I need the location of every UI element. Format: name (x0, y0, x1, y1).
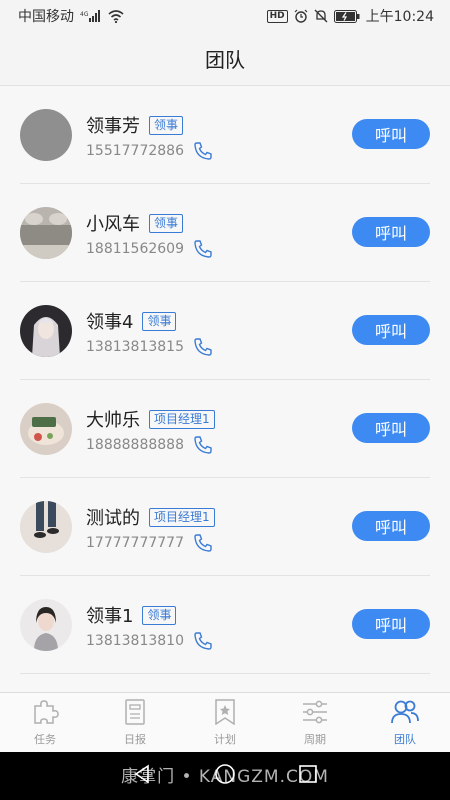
people-icon (391, 699, 419, 729)
list-item[interactable]: 领事芳 领事 15517772886 呼叫 (0, 86, 450, 184)
document-icon (121, 698, 149, 729)
tab-team[interactable]: 团队 (360, 693, 450, 752)
contact-name: 领事芳 (86, 116, 140, 137)
phone-number: 18888888888 (86, 437, 184, 453)
call-button[interactable]: 呼叫 (352, 413, 430, 443)
call-button[interactable]: 呼叫 (352, 217, 430, 247)
list-item[interactable]: 测试的 项目经理1 17777777777 呼叫 (0, 478, 450, 576)
call-button[interactable]: 呼叫 (352, 511, 430, 541)
title-bar: 团队 (0, 32, 450, 86)
role-badge: 领事 (142, 311, 177, 331)
phone-icon[interactable] (193, 337, 213, 357)
call-button[interactable]: 呼叫 (352, 315, 430, 345)
phone-number: 18811562609 (86, 241, 184, 257)
tab-label: 计划 (214, 732, 236, 746)
tab-daily-report[interactable]: 日报 (90, 693, 180, 752)
contact-name: 测试的 (86, 508, 140, 529)
signal-icon: 4G (80, 10, 102, 22)
role-badge: 项目经理1 (149, 507, 215, 527)
contact-name: 小风车 (86, 214, 140, 235)
battery-icon (333, 9, 360, 23)
bottom-tab-bar: 任务 日报 计划 周期 团队 (0, 692, 450, 752)
phone-number: 13813813810 (86, 633, 184, 649)
carrier-label: 中国移动 (18, 9, 74, 25)
svg-text:4G: 4G (80, 11, 89, 18)
role-badge: 领事 (149, 115, 184, 135)
team-list[interactable]: 领事芳 领事 15517772886 呼叫 小风车 领事 18811562609… (0, 86, 450, 692)
phone-number: 15517772886 (86, 143, 184, 159)
status-bar: 中国移动 4G HD 上午10:24 (0, 0, 450, 32)
avatar (20, 109, 72, 161)
tab-plan[interactable]: 计划 (180, 693, 270, 752)
sliders-icon (301, 699, 329, 729)
call-button[interactable]: 呼叫 (352, 119, 430, 149)
phone-number: 13813813815 (86, 339, 184, 355)
avatar (20, 501, 72, 553)
status-left: 中国移动 4G (18, 6, 124, 26)
page-title: 团队 (205, 48, 245, 72)
phone-icon[interactable] (193, 631, 213, 651)
avatar (20, 207, 72, 259)
hd-badge: HD (266, 9, 288, 23)
mute-bell-icon (314, 9, 328, 23)
phone-number: 17777777777 (86, 535, 184, 551)
phone-icon[interactable] (193, 141, 213, 161)
tab-cycle[interactable]: 周期 (270, 693, 360, 752)
contact-name: 领事1 (86, 606, 134, 627)
list-item[interactable]: 领事1 领事 13813813810 呼叫 (0, 576, 450, 674)
list-item[interactable]: 大帅乐 项目经理1 18888888888 呼叫 (0, 380, 450, 478)
tab-label: 日报 (124, 732, 146, 746)
avatar (20, 599, 72, 651)
tab-tasks[interactable]: 任务 (0, 693, 90, 752)
wifi-icon (108, 9, 124, 23)
bookmark-star-icon (211, 698, 239, 729)
list-item[interactable]: 小风车 领事 18811562609 呼叫 (0, 184, 450, 282)
phone-icon[interactable] (193, 239, 213, 259)
watermark: 康掌门 • KANGZM.COM (121, 767, 329, 787)
role-badge: 项目经理1 (149, 409, 215, 429)
phone-icon[interactable] (193, 435, 213, 455)
status-right: HD 上午10:24 (266, 6, 434, 26)
alarm-icon (294, 9, 308, 23)
clock-label: 上午10:24 (365, 9, 434, 25)
contact-name: 领事4 (86, 312, 134, 333)
phone-icon[interactable] (193, 533, 213, 553)
avatar (20, 403, 72, 455)
puzzle-icon (31, 699, 59, 729)
call-button[interactable]: 呼叫 (352, 609, 430, 639)
role-badge: 领事 (149, 213, 184, 233)
tab-label: 任务 (34, 732, 56, 746)
tab-label: 团队 (394, 732, 416, 746)
avatar (20, 305, 72, 357)
tab-label: 周期 (304, 732, 326, 746)
role-badge: 领事 (142, 605, 177, 625)
list-item[interactable]: 领事4 领事 13813813815 呼叫 (0, 282, 450, 380)
contact-name: 大帅乐 (86, 410, 140, 431)
